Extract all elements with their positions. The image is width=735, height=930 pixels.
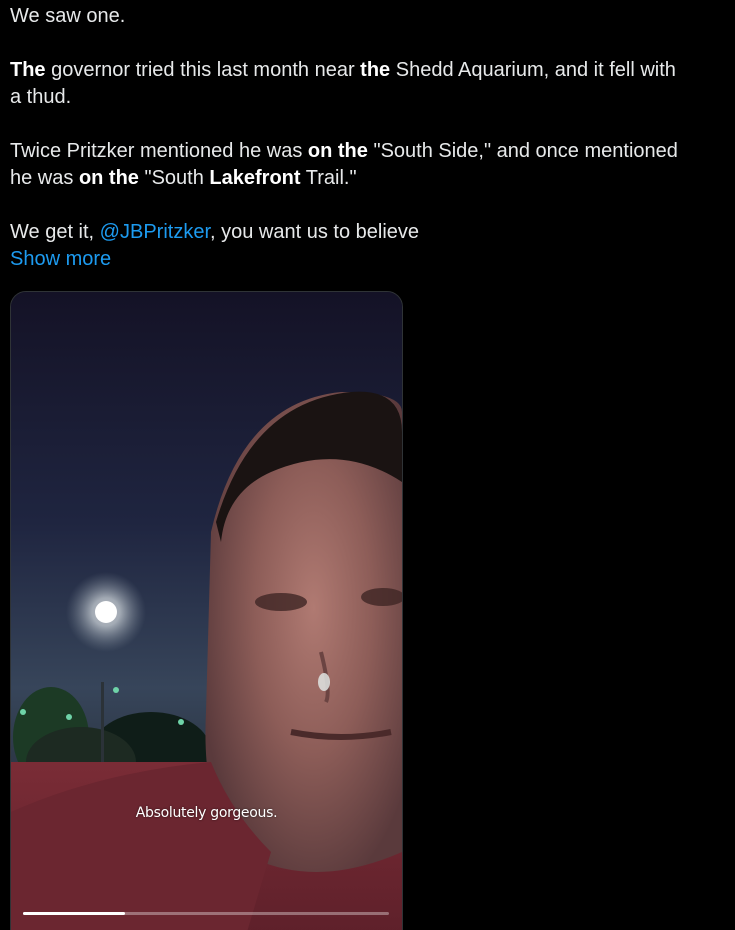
text-span: Twice Pritzker mentioned he was bbox=[10, 140, 308, 162]
text-span: Trail." bbox=[300, 167, 357, 189]
video-progress-bar[interactable] bbox=[23, 912, 389, 915]
text-span: a thud. bbox=[10, 86, 72, 108]
bold-span: the bbox=[360, 59, 391, 81]
tweet-paragraph-2: The governor tried this last month near … bbox=[10, 57, 725, 111]
text-span: We get it, bbox=[10, 221, 100, 243]
mention-link[interactable]: @JBPritzker bbox=[100, 221, 210, 243]
tweet-paragraph-1: We saw one. bbox=[10, 3, 725, 30]
text-span: governor tried this last month near bbox=[45, 59, 361, 81]
text-span: , you want us to believe bbox=[210, 221, 420, 243]
show-more-link[interactable]: Show more bbox=[10, 246, 111, 273]
bold-span: The bbox=[10, 59, 46, 81]
text-span: We saw one. bbox=[10, 5, 126, 27]
text-span: he was bbox=[10, 167, 79, 189]
tweet-text: We saw one. The governor tried this last… bbox=[10, 3, 725, 273]
text-span: "South Side," and once mentioned bbox=[367, 140, 678, 162]
bold-span: on the bbox=[78, 167, 139, 189]
video-caption: Absolutely gorgeous. bbox=[135, 805, 278, 821]
bold-span: on the bbox=[307, 140, 368, 162]
tweet-paragraph-4: We get it, @JBPritzker, you want us to b… bbox=[10, 219, 725, 246]
video-frame bbox=[11, 292, 402, 930]
text-span: "South bbox=[138, 167, 210, 189]
video-player[interactable]: Absolutely gorgeous. bbox=[10, 291, 403, 930]
tweet-paragraph-3: Twice Pritzker mentioned he was on the "… bbox=[10, 138, 725, 192]
bold-span: Lakefront bbox=[209, 167, 301, 189]
video-progress-fill bbox=[23, 912, 126, 915]
text-span: Shedd Aquarium, and it fell with bbox=[390, 59, 676, 81]
